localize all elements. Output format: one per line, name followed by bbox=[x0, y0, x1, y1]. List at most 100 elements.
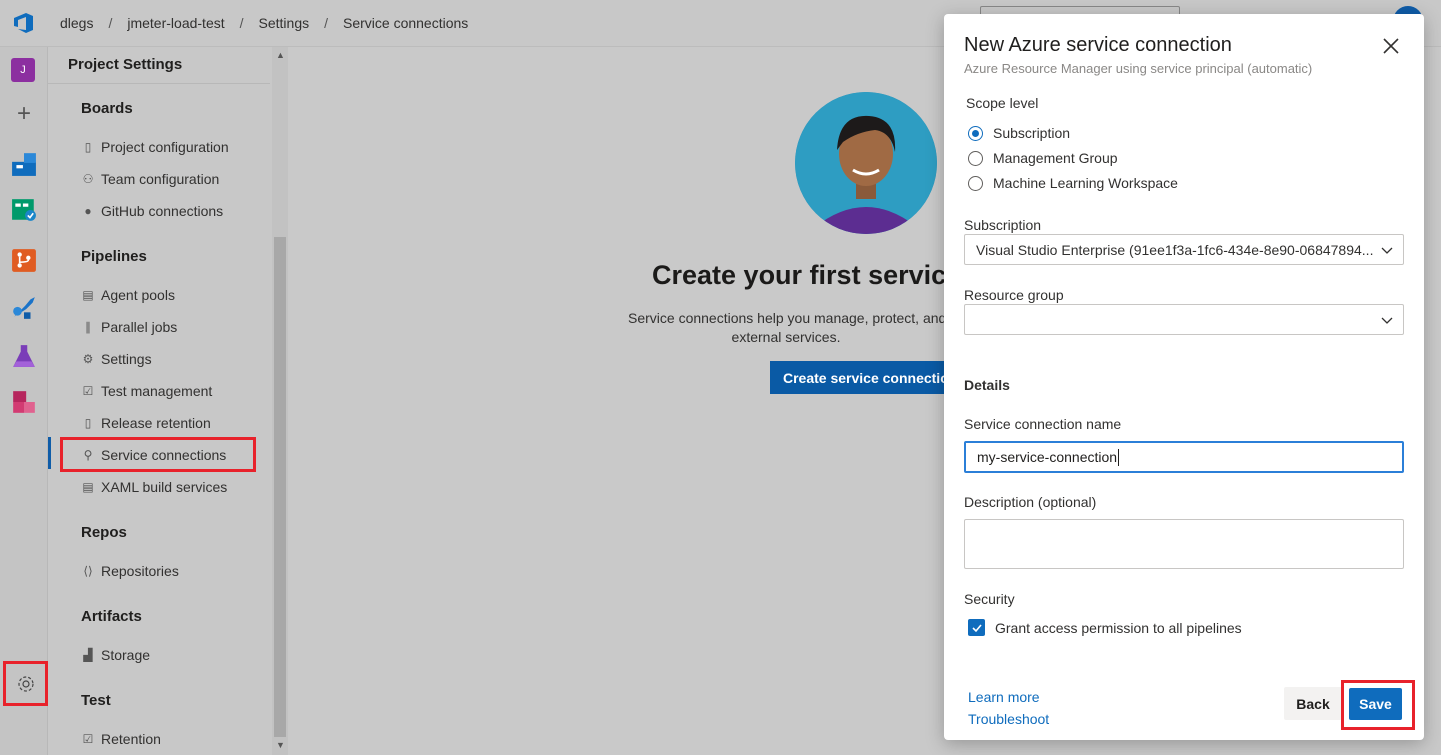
divider bbox=[48, 83, 270, 84]
section-pipelines: Pipelines bbox=[81, 248, 147, 265]
service-connection-name-input[interactable]: my-service-connection bbox=[964, 441, 1404, 473]
agent-icon: ▤ bbox=[82, 480, 94, 494]
nav-title: Project Settings bbox=[68, 56, 183, 73]
description-label: Description (optional) bbox=[964, 494, 1097, 510]
nav-item-label: Team configuration bbox=[101, 171, 220, 187]
gear-icon: ⚙ bbox=[82, 352, 94, 366]
azure-devops-logo-icon[interactable] bbox=[12, 12, 36, 34]
section-repos: Repos bbox=[81, 524, 127, 541]
nav-scrollbar-thumb[interactable] bbox=[274, 237, 286, 737]
breadcrumb-org[interactable]: dlegs bbox=[60, 15, 93, 31]
back-button[interactable]: Back bbox=[1284, 687, 1342, 720]
breadcrumb-current[interactable]: Service connections bbox=[343, 15, 468, 31]
pipelines-icon[interactable] bbox=[11, 295, 37, 321]
panel-title: New Azure service connection bbox=[964, 34, 1232, 56]
settings-nav: Project Settings Boards ▯ Project configu… bbox=[48, 47, 288, 755]
section-test: Test bbox=[81, 692, 111, 709]
nav-item-parallel-jobs[interactable]: ∥ Parallel jobs bbox=[81, 317, 177, 337]
empty-state-title: Create your first service bbox=[652, 260, 962, 290]
breadcrumb-separator: / bbox=[239, 15, 244, 31]
nav-item-github-connections[interactable]: ● GitHub connections bbox=[81, 201, 223, 221]
highlight-box-service-connections bbox=[60, 437, 256, 472]
phone-icon: ▯ bbox=[84, 416, 92, 430]
empty-state-description: Service connections help you manage, pro… bbox=[628, 309, 947, 347]
radio-label: Management Group bbox=[993, 150, 1118, 166]
resource-group-dropdown[interactable] bbox=[964, 304, 1404, 335]
test-plans-icon[interactable] bbox=[11, 343, 37, 369]
team-icon: ⚇ bbox=[82, 172, 94, 186]
subscription-dropdown[interactable]: Visual Studio Enterprise (91ee1f3a-1fc6-… bbox=[964, 234, 1404, 265]
breadcrumb-separator: / bbox=[108, 15, 113, 31]
nav-item-team-configuration[interactable]: ⚇ Team configuration bbox=[81, 169, 220, 189]
learn-more-link[interactable]: Learn more bbox=[968, 689, 1040, 705]
nav-item-label: Parallel jobs bbox=[101, 319, 178, 335]
radio-subscription[interactable]: Subscription bbox=[968, 125, 1070, 141]
subscription-label: Subscription bbox=[964, 217, 1042, 233]
chevron-down-icon bbox=[1381, 317, 1393, 324]
troubleshoot-link[interactable]: Troubleshoot bbox=[968, 711, 1049, 727]
details-heading: Details bbox=[964, 377, 1010, 393]
project-avatar[interactable]: J bbox=[11, 58, 35, 82]
boards-icon[interactable] bbox=[11, 197, 37, 223]
scroll-down-icon[interactable]: ▼ bbox=[276, 740, 285, 750]
nav-item-xaml-build-services[interactable]: ▤ XAML build services bbox=[81, 477, 227, 497]
grant-access-checkbox-row[interactable]: Grant access permission to all pipelines bbox=[968, 619, 1242, 636]
nav-item-test-management[interactable]: ☑ Test management bbox=[81, 381, 213, 401]
artifacts-icon[interactable] bbox=[11, 389, 37, 415]
nav-item-settings[interactable]: ⚙ Settings bbox=[81, 349, 152, 369]
description-line: Service connections help you manage, pro… bbox=[628, 310, 947, 326]
gear-icon bbox=[17, 675, 34, 692]
radio-label: Subscription bbox=[993, 125, 1071, 141]
nav-item-label: Project configuration bbox=[101, 139, 229, 155]
checkmark-icon bbox=[971, 623, 982, 632]
radio-management-group[interactable]: Management Group bbox=[968, 150, 1118, 166]
chevron-down-icon bbox=[1381, 247, 1393, 254]
scroll-up-icon[interactable]: ▲ bbox=[276, 50, 285, 60]
nav-item-label: Test management bbox=[101, 383, 213, 399]
nav-item-repositories[interactable]: ⟨⟩ Repositories bbox=[81, 561, 179, 581]
overview-icon[interactable] bbox=[11, 151, 37, 177]
text-caret bbox=[1118, 448, 1120, 466]
panel-subtitle: Azure Resource Manager using service pri… bbox=[964, 61, 1313, 76]
nav-item-agent-pools[interactable]: ▤ Agent pools bbox=[81, 285, 175, 305]
nav-item-label: GitHub connections bbox=[101, 203, 224, 219]
breadcrumb: dlegs / jmeter-load-test / Settings / Se… bbox=[60, 15, 468, 31]
test-icon: ☑ bbox=[82, 732, 94, 746]
selected-indicator bbox=[48, 437, 51, 469]
create-service-connection-button[interactable]: Create service connection bbox=[770, 361, 950, 394]
radio-machine-learning-workspace[interactable]: Machine Learning Workspace bbox=[968, 175, 1178, 191]
plus-icon[interactable]: + bbox=[11, 100, 37, 127]
checkbox-label: Grant access permission to all pipelines bbox=[995, 619, 1242, 636]
close-icon[interactable] bbox=[1381, 36, 1401, 56]
new-service-connection-panel: New Azure service connection Azure Resou… bbox=[944, 14, 1424, 740]
scope-level-label: Scope level bbox=[966, 95, 1039, 111]
document-icon: ▯ bbox=[84, 140, 92, 154]
service-connection-name-label: Service connection name bbox=[964, 416, 1122, 432]
nav-item-label: Repositories bbox=[101, 563, 179, 579]
security-label: Security bbox=[964, 591, 1015, 607]
person-illustration bbox=[795, 92, 937, 234]
nav-item-project-configuration[interactable]: ▯ Project configuration bbox=[81, 137, 229, 157]
breadcrumb-project[interactable]: jmeter-load-test bbox=[127, 15, 224, 31]
subscription-value: Visual Studio Enterprise (91ee1f3a-1fc6-… bbox=[976, 241, 1374, 258]
radio-button[interactable] bbox=[968, 125, 983, 141]
parallel-icon: ∥ bbox=[85, 320, 91, 334]
checkbox[interactable] bbox=[968, 619, 985, 636]
project-settings-button[interactable] bbox=[3, 661, 48, 706]
radio-button[interactable] bbox=[968, 150, 983, 166]
test-icon: ☑ bbox=[82, 384, 94, 398]
description-line: external services. bbox=[731, 329, 841, 345]
left-rail: J + ≫ bbox=[0, 47, 48, 755]
input-value: my-service-connection bbox=[977, 449, 1118, 465]
repos-icon[interactable] bbox=[11, 247, 37, 273]
breadcrumb-settings[interactable]: Settings bbox=[259, 15, 310, 31]
description-textarea[interactable] bbox=[964, 519, 1404, 569]
nav-item-label: Settings bbox=[101, 351, 152, 367]
chart-icon: ▟ bbox=[83, 648, 93, 662]
agent-icon: ▤ bbox=[82, 288, 94, 302]
nav-item-retention[interactable]: ☑ Retention bbox=[81, 729, 161, 749]
nav-item-label: Agent pools bbox=[101, 287, 175, 303]
nav-item-release-retention[interactable]: ▯ Release retention bbox=[81, 413, 211, 433]
radio-button[interactable] bbox=[968, 175, 983, 191]
nav-item-storage[interactable]: ▟ Storage bbox=[81, 645, 150, 665]
